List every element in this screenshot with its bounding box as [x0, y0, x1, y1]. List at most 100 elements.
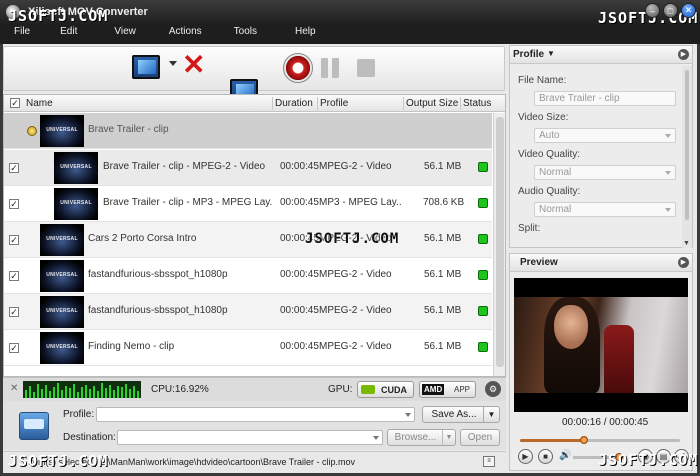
output-profile-icon [19, 412, 49, 440]
nvidia-icon [361, 385, 375, 394]
scrollbar-thumb[interactable] [496, 117, 504, 367]
close-button[interactable]: ✕ [681, 3, 696, 18]
preview-panel: Preview ▶ 00:00:16 / 00:00:45 ▶ ■ 🔊 ◉ ▤ … [509, 253, 693, 471]
video-quality-label: Video Quality: [518, 149, 581, 160]
table-row[interactable]: ✓ UNIVERSAL Brave Trailer - clip - MP3 -… [4, 186, 492, 222]
list-scrollbar[interactable] [493, 113, 505, 376]
table-row[interactable]: ✓ UNIVERSAL fastandfurious-sbsspot_h1080… [4, 258, 492, 294]
table-row[interactable]: ✓ UNIVERSAL Cars 2 Porto Corsa Intro 00:… [4, 222, 492, 258]
destination-select[interactable] [117, 430, 383, 445]
video-thumbnail: UNIVERSAL [54, 188, 98, 220]
select-all-checkbox[interactable]: ✓ [10, 98, 20, 108]
row-size: 56.1 MB [424, 161, 462, 172]
status-icon [478, 342, 488, 352]
browse-button[interactable]: Browse... ▼ [387, 429, 456, 446]
row-checkbox[interactable]: ✓ [9, 307, 19, 317]
video-size-select[interactable]: Auto [534, 128, 676, 143]
row-checkbox[interactable]: ✓ [9, 235, 19, 245]
toolbar: ✕ [3, 46, 505, 103]
row-name: fastandfurious-sbsspot_h1080p [88, 269, 228, 280]
row-profile: MPEG-2 - Video [319, 161, 392, 172]
menu-help[interactable]: Help [295, 25, 316, 44]
open-button[interactable]: Open [460, 429, 500, 446]
status-icon [478, 270, 488, 280]
log-icon[interactable]: ≡ [483, 456, 495, 467]
seek-fill [520, 439, 584, 442]
destination-label: Destination: [63, 432, 116, 443]
close-monitor-icon[interactable]: ✕ [10, 383, 18, 394]
col-status[interactable]: Status [463, 98, 491, 109]
title-bar: Xilisoft MOV Converter JSOFTJ.COM JSOFTJ… [0, 0, 700, 27]
video-thumbnail: UNIVERSAL [54, 152, 98, 184]
chevron-right-icon[interactable]: ▶ [678, 49, 689, 60]
profile-label: Profile: [63, 409, 95, 420]
row-profile: MPEG-2 - Video [319, 269, 392, 280]
cpu-graph [23, 381, 141, 398]
watermark: JSOFTJ.COM [305, 231, 400, 247]
video-quality-select[interactable]: Normal [534, 165, 676, 180]
profile-select[interactable] [96, 407, 415, 422]
preview-frame [514, 297, 688, 393]
col-output-size[interactable]: Output Size [406, 98, 458, 109]
status-icon [478, 198, 488, 208]
preview-screen[interactable] [514, 278, 688, 412]
amd-app-button[interactable]: AMD APP [419, 381, 476, 398]
col-duration[interactable]: Duration [275, 98, 313, 109]
col-profile[interactable]: Profile [320, 98, 348, 109]
volume-icon[interactable]: 🔊 [559, 450, 571, 461]
app-label: APP [454, 385, 471, 394]
add-files-button[interactable] [132, 55, 160, 79]
col-name[interactable]: Name [26, 98, 53, 109]
row-size: 56.1 MB [424, 341, 462, 352]
menu-actions[interactable]: Actions [169, 25, 202, 44]
table-row[interactable]: ✓ UNIVERSAL fastandfurious-sbsspot_h1080… [4, 294, 492, 330]
playback-time: 00:00:16 / 00:00:45 [562, 417, 649, 428]
chevron-right-icon[interactable]: ▶ [678, 257, 689, 268]
video-size-label: Video Size: [518, 112, 569, 123]
table-row[interactable]: ✓ UNIVERSAL Brave Trailer - clip - MPEG-… [4, 150, 492, 186]
menu-tools[interactable]: Tools [234, 25, 257, 44]
pause-button[interactable] [321, 58, 339, 78]
row-profile: MP3 - MPEG Lay... [319, 197, 401, 208]
gpu-label: GPU: [328, 384, 353, 395]
row-checkbox[interactable]: ✓ [9, 199, 19, 209]
chevron-down-icon[interactable]: ▼ [547, 49, 555, 58]
maximize-button[interactable]: □ [663, 3, 678, 18]
stop-button[interactable]: ■ [538, 449, 553, 464]
profile-panel: Profile ▼ ▶ File Name: Brave Trailer - c… [509, 45, 693, 248]
profile-panel-title[interactable]: Profile [513, 49, 544, 60]
menu-edit[interactable]: Edit [60, 25, 77, 44]
row-size: 56.1 MB [424, 233, 462, 244]
minimize-button[interactable]: – [645, 3, 660, 18]
status-icon [478, 162, 488, 172]
convert-button[interactable] [283, 53, 313, 83]
menu-view[interactable]: View [114, 25, 136, 44]
cuda-button[interactable]: CUDA [357, 381, 414, 398]
video-thumbnail: UNIVERSAL [40, 260, 84, 292]
preview-header: Preview ▶ [510, 254, 692, 272]
wrench-icon[interactable]: ⚙ [485, 381, 501, 397]
menu-file[interactable]: File [14, 25, 30, 44]
row-name: Brave Trailer - clip [88, 124, 169, 135]
row-checkbox[interactable]: ✓ [9, 343, 19, 353]
row-checkbox[interactable]: ✓ [9, 271, 19, 281]
row-name: Brave Trailer - clip - MP3 - MPEG Lay... [103, 197, 273, 208]
cuda-label: CUDA [381, 385, 407, 395]
file-list: ✓ Name Duration Profile Output Size Stat… [3, 94, 506, 377]
profile-scrollbar[interactable]: ▼ [682, 66, 692, 248]
delete-icon[interactable]: ✕ [182, 51, 205, 79]
add-dropdown-icon[interactable] [169, 61, 177, 66]
seek-bar[interactable] [520, 436, 680, 444]
row-size: 708.6 KB [423, 197, 465, 208]
seek-knob[interactable] [580, 436, 588, 444]
save-as-button[interactable]: Save As... ▼ [422, 406, 500, 423]
table-row[interactable]: UNIVERSAL Brave Trailer - clip [4, 113, 492, 149]
file-name-field[interactable]: Brave Trailer - clip [534, 91, 676, 106]
amd-label: AMD [422, 384, 445, 395]
row-checkbox[interactable]: ✓ [9, 163, 19, 173]
collapse-icon[interactable] [27, 126, 37, 136]
audio-quality-select[interactable]: Normal [534, 202, 676, 217]
play-button[interactable]: ▶ [518, 449, 533, 464]
table-row[interactable]: ✓ UNIVERSAL Finding Nemo - clip 00:00:45… [4, 330, 492, 366]
stop-button[interactable] [357, 59, 375, 77]
